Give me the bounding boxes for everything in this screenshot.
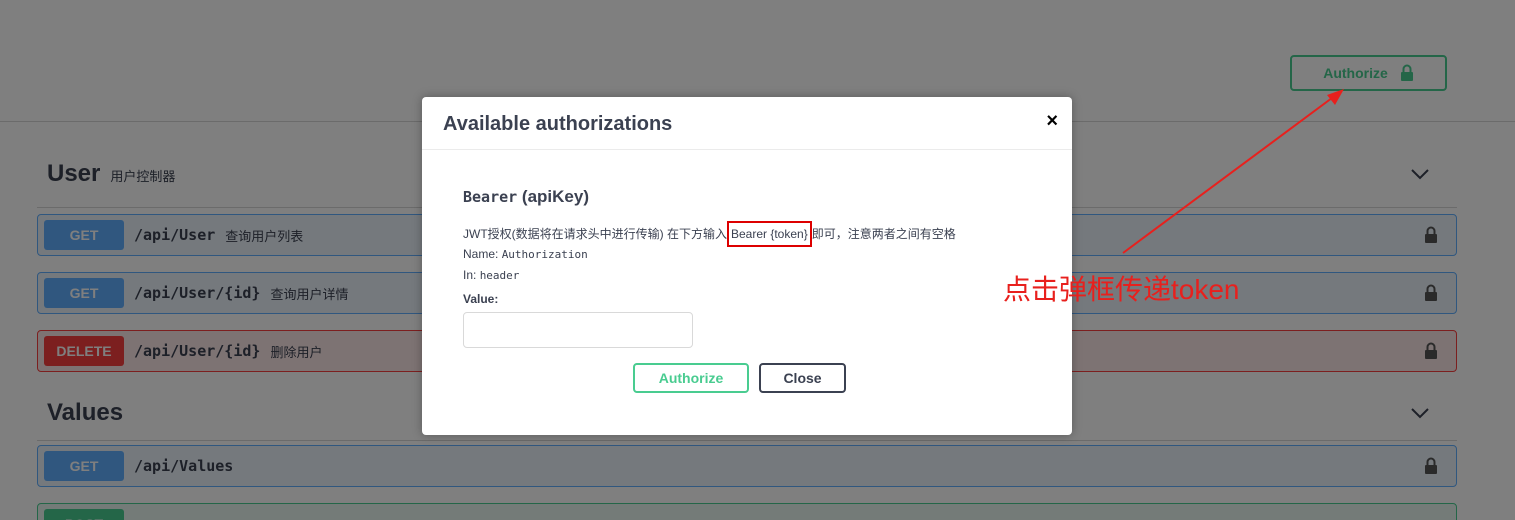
in-line: In: header <box>463 268 519 282</box>
modal-header: Available authorizations × <box>422 97 1072 150</box>
scheme-title: Bearer (apiKey) <box>463 187 589 207</box>
description-highlight-token: Bearer {token} <box>726 221 812 247</box>
name-line: Name: Authorization <box>463 247 588 261</box>
in-value: header <box>479 269 520 282</box>
scheme-type: (apiKey) <box>521 187 589 206</box>
in-label: In: <box>463 268 477 282</box>
description-suffix: 即可，注意两者之间有空格 <box>811 227 956 241</box>
description-prefix: JWT授权(数据将在请求头中进行传输) 在下方输入 <box>463 227 727 241</box>
scheme-description: JWT授权(数据将在请求头中进行传输) 在下方输入 Bearer {token} 即… <box>463 221 956 247</box>
name-value: Authorization <box>501 248 588 261</box>
value-label: Value: <box>463 292 499 306</box>
modal-title: Available authorizations <box>443 113 673 135</box>
close-icon[interactable]: × <box>1046 111 1058 131</box>
authorization-modal: Available authorizations × Bearer (apiKe… <box>422 97 1072 435</box>
name-label: Name: <box>463 247 499 261</box>
modal-close-button[interactable]: Close <box>759 363 846 393</box>
modal-authorize-button[interactable]: Authorize <box>633 363 749 393</box>
annotation-text: 点击弹框传递token <box>1003 274 1240 305</box>
scheme-name: Bearer <box>463 188 518 206</box>
value-input[interactable] <box>463 312 693 348</box>
